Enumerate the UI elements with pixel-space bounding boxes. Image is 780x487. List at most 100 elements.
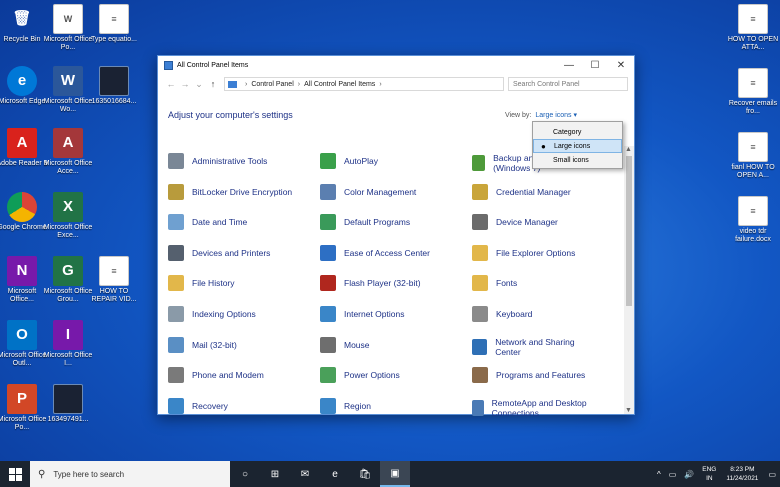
control-panel-item[interactable]: File Explorer Options: [472, 244, 597, 261]
control-panel-item[interactable]: Credential Manager: [472, 183, 597, 200]
selected-radio-icon: ●: [541, 141, 546, 151]
control-panel-taskbar-icon[interactable]: ▣: [380, 461, 410, 487]
network-icon[interactable]: ▭: [669, 470, 677, 479]
control-panel-item-label: Color Management: [344, 186, 417, 197]
control-panel-item[interactable]: Ease of Access Center: [320, 244, 465, 261]
control-panel-item[interactable]: Phone and Modem: [168, 367, 313, 384]
autoplay-icon: [320, 153, 336, 169]
view-by-dropdown[interactable]: Large icons ▾: [535, 112, 577, 119]
control-panel-item[interactable]: Date and Time: [168, 214, 313, 231]
desktop-shortcut[interactable]: 163497491...: [42, 384, 94, 424]
control-panel-item-label: Fonts: [496, 278, 518, 289]
timeline-icon[interactable]: ⊞: [260, 461, 290, 487]
control-panel-item[interactable]: BitLocker Drive Encryption: [168, 183, 313, 200]
desktop-shortcut[interactable]: ≡ fianl HOW TO OPEN A...: [727, 132, 779, 180]
breadcrumb-separator: ›: [297, 80, 301, 88]
control-panel-item[interactable]: Flash Player (32-bit): [320, 275, 465, 292]
groove-icon: G: [53, 256, 83, 286]
desktop-shortcut-label: Microsoft Office Outl...: [0, 352, 47, 367]
control-panel-item[interactable]: Programs and Features: [472, 367, 597, 384]
edge-taskbar-icon[interactable]: e: [320, 461, 350, 487]
volume-icon[interactable]: 🔊: [684, 470, 694, 479]
desktop-shortcut[interactable]: N Microsoft Office...: [0, 256, 48, 304]
control-panel-item[interactable]: Keyboard: [472, 306, 597, 322]
breadcrumb-all-items[interactable]: All Control Panel Items: [304, 81, 375, 88]
phone-modem-icon: [168, 367, 184, 384]
control-panel-icon: [228, 80, 237, 88]
minimize-button[interactable]: —: [556, 56, 582, 74]
control-panel-item[interactable]: Recovery: [168, 397, 313, 414]
show-hidden-icons-icon[interactable]: ^: [657, 470, 661, 479]
desktop-shortcut[interactable]: P Microsoft Office Po...: [0, 384, 48, 432]
desktop-shortcut[interactable]: W Microsoft Office Wo...: [42, 66, 94, 114]
control-panel-item[interactable]: Mouse: [320, 336, 465, 353]
control-panel-item[interactable]: File History: [168, 275, 313, 292]
desktop-shortcut[interactable]: X Microsoft Office Exce...: [42, 192, 94, 240]
scroll-up-icon[interactable]: ▲: [625, 146, 632, 153]
desktop-shortcut[interactable]: ≡ HOW TO REPAIR VID...: [88, 256, 140, 304]
control-panel-item[interactable]: Default Programs: [320, 214, 465, 231]
mail-app-icon[interactable]: ✉: [290, 461, 320, 487]
back-button[interactable]: ←: [164, 79, 178, 89]
desktop-shortcut[interactable]: O Microsoft Office Outl...: [0, 320, 48, 368]
up-button[interactable]: ↑: [206, 79, 220, 89]
recent-locations-button[interactable]: ⌄: [192, 79, 206, 90]
control-panel-item[interactable]: Device Manager: [472, 214, 597, 231]
control-panel-item[interactable]: Color Management: [320, 183, 465, 200]
control-panel-item[interactable]: Fonts: [472, 275, 597, 292]
desktop-shortcut-label: Microsoft Office Exce...: [43, 224, 93, 239]
control-panel-item[interactable]: AutoPlay: [320, 153, 465, 169]
view-by-label: View by:: [505, 112, 532, 119]
view-menu-item[interactable]: ● Large icons: [533, 139, 622, 153]
control-panel-item[interactable]: Indexing Options: [168, 306, 313, 322]
desktop-shortcut[interactable]: ≡ Recover emails fro...: [727, 68, 779, 116]
control-panel-item[interactable]: Devices and Printers: [168, 244, 313, 261]
language-code: ENG: [702, 466, 717, 473]
infopath-icon: I: [53, 320, 83, 350]
desktop-shortcut[interactable]: 🗑 Recycle Bin: [0, 4, 48, 44]
view-menu-item[interactable]: Category: [533, 125, 622, 139]
input-language[interactable]: ENG IN: [702, 465, 716, 483]
administrative-tools-icon: [168, 153, 184, 169]
desktop-shortcut[interactable]: 1635016684...: [88, 66, 140, 106]
desktop-shortcut[interactable]: I Microsoft Office I...: [42, 320, 94, 368]
view-menu-item[interactable]: Small icons: [533, 153, 622, 167]
control-panel-item[interactable]: Region: [320, 397, 465, 414]
taskbar: ⚲ Type here to search ○ ⊞ ✉ e 🛍 ▣ ^ ▭ 🔊 ENG I…: [0, 461, 780, 487]
image-icon: [99, 66, 129, 96]
maximize-button[interactable]: ☐: [582, 56, 608, 74]
scrollbar-thumb[interactable]: [626, 156, 632, 306]
forward-button[interactable]: →: [178, 79, 192, 89]
address-bar[interactable]: › Control Panel › All Control Panel Item…: [224, 77, 504, 91]
control-panel-item[interactable]: Internet Options: [320, 306, 465, 322]
desktop-shortcut[interactable]: ≡ video tdr failure.docx: [727, 196, 779, 244]
desktop-shortcut-label: Microsoft Office Wo...: [43, 98, 93, 113]
vertical-scrollbar[interactable]: ▲ ▼: [624, 146, 634, 414]
taskbar-search-box[interactable]: ⚲ Type here to search: [30, 461, 230, 487]
task-view-icon[interactable]: ○: [230, 461, 260, 487]
control-panel-item-label: Mail (32-bit): [192, 339, 237, 350]
title-bar[interactable]: All Control Panel Items — ☐ ✕: [158, 56, 634, 74]
desktop-shortcut[interactable]: Google Chrome: [0, 192, 48, 232]
close-button[interactable]: ✕: [608, 56, 634, 74]
clock[interactable]: 8:23 PM 11/24/2021: [726, 465, 758, 483]
desktop-shortcut[interactable]: G Microsoft Office Grou...: [42, 256, 94, 304]
breadcrumb-control-panel[interactable]: Control Panel: [251, 81, 293, 88]
desktop-shortcut[interactable]: A Microsoft Office Acce...: [42, 128, 94, 176]
control-panel-item[interactable]: Administrative Tools: [168, 153, 313, 169]
notifications-icon[interactable]: ▭: [768, 470, 776, 479]
desktop-shortcut[interactable]: e Microsoft Edge: [0, 66, 48, 106]
control-panel-item[interactable]: Power Options: [320, 367, 465, 384]
control-panel-item[interactable]: RemoteApp and Desktop Connections: [472, 398, 597, 418]
start-button[interactable]: [0, 461, 30, 487]
store-icon[interactable]: 🛍: [350, 461, 380, 487]
desktop-shortcut[interactable]: A Adobe Reader 9: [0, 128, 48, 168]
control-panel-item-label: Mouse: [344, 339, 370, 350]
scroll-down-icon[interactable]: ▼: [625, 407, 632, 414]
search-input[interactable]: Search Control Panel: [508, 77, 628, 91]
desktop-shortcut[interactable]: ≡ HOW TO OPEN ATTA...: [727, 4, 779, 52]
control-panel-item[interactable]: Network and Sharing Center: [472, 337, 597, 357]
control-panel-item[interactable]: Mail (32-bit): [168, 336, 313, 353]
desktop-shortcut[interactable]: W Microsoft Office Po...: [42, 4, 94, 52]
desktop-shortcut[interactable]: ≡ Type equatio...: [88, 4, 140, 44]
